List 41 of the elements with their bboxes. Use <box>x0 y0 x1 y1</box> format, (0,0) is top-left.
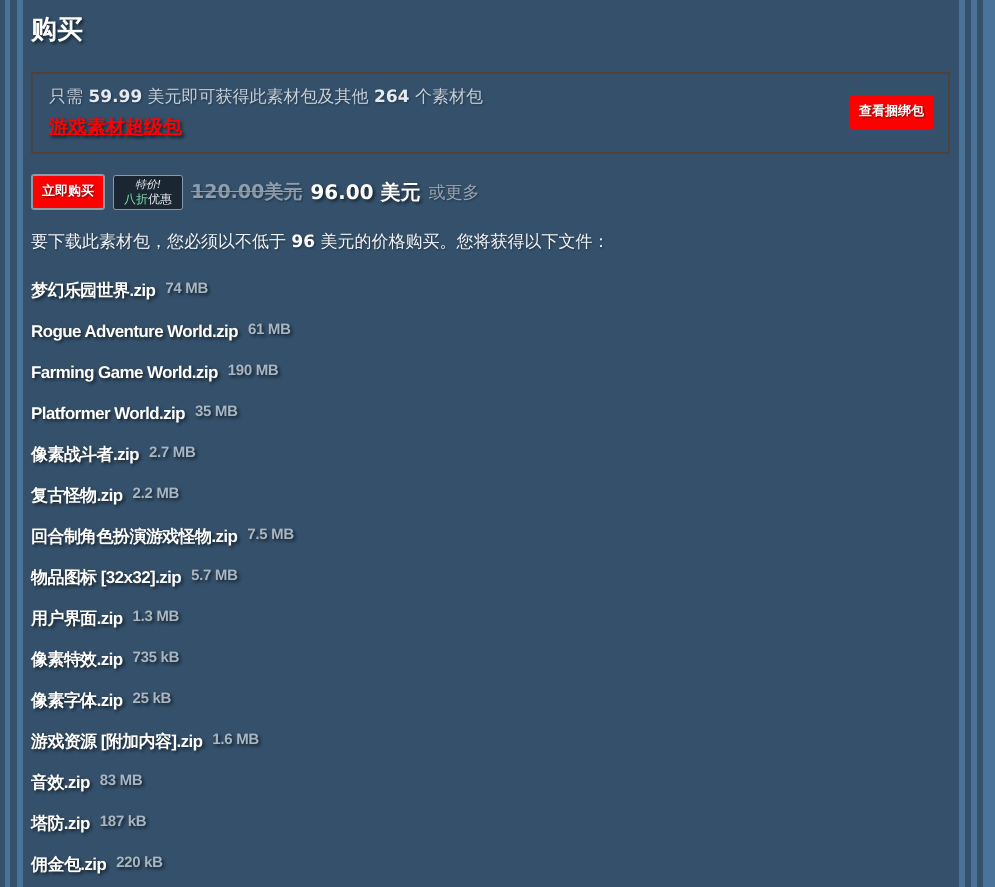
file-name: 像素字体.zip <box>31 690 123 712</box>
discount-label: 八折优惠 <box>124 192 172 206</box>
file-size: 61 MB <box>248 320 291 340</box>
sale-label: 特价! <box>134 178 162 192</box>
download-note: 要下载此素材包，您必须以不低于 96 美元的价格购买。您将获得以下文件： <box>31 231 610 254</box>
file-name: 回合制角色扮演游戏怪物.zip <box>31 526 238 548</box>
view-bundle-button[interactable]: 查看捆绑包 <box>849 95 934 129</box>
file-size: 1.3 MB <box>132 606 180 626</box>
file-name: Farming Game World.zip <box>31 362 218 384</box>
file-name: 游戏资源 [附加内容].zip <box>31 730 202 752</box>
file-size: 190 MB <box>228 360 278 380</box>
file-name: 佣金包.zip <box>31 854 106 876</box>
file-size: 1.6 MB <box>212 730 259 750</box>
buy-now-button[interactable]: 立即购买 <box>31 174 105 210</box>
file-name: 复古怪物.zip <box>31 484 123 506</box>
current-price: 96.00 美元 <box>310 178 421 206</box>
bundle-offer-text: 只需 59.99 美元即可获得此素材包及其他 264 个素材包 <box>49 86 483 109</box>
file-size: 220 kB <box>116 852 163 872</box>
file-size: 187 kB <box>100 812 146 832</box>
file-size: 735 kB <box>132 648 180 668</box>
bundle-link[interactable]: 游戏素材超级包 <box>49 114 182 140</box>
file-size: 5.7 MB <box>191 566 238 586</box>
file-size: 2.2 MB <box>132 484 180 504</box>
file-size: 83 MB <box>100 770 142 790</box>
file-size: 25 kB <box>132 688 172 708</box>
file-size: 35 MB <box>194 402 238 422</box>
file-name: 用户界面.zip <box>31 608 123 630</box>
file-name: 音效.zip <box>31 772 90 794</box>
file-size: 74 MB <box>165 278 208 298</box>
file-name: 塔防.zip <box>31 812 90 834</box>
file-size: 2.7 MB <box>148 442 196 462</box>
section-title: 购买 <box>31 14 83 47</box>
file-name: 梦幻乐园世界.zip <box>31 280 156 302</box>
file-name: 物品图标 [32x32].zip <box>31 566 182 588</box>
file-name: 像素特效.zip <box>31 648 123 670</box>
original-price: 120.00美元 <box>191 180 302 205</box>
file-size: 7.5 MB <box>247 524 294 544</box>
file-name: 像素战斗者.zip <box>31 444 139 466</box>
price-note: 或更多 <box>428 182 480 204</box>
file-name: Rogue Adventure World.zip <box>31 320 238 343</box>
file-name: Platformer World.zip <box>31 402 185 424</box>
